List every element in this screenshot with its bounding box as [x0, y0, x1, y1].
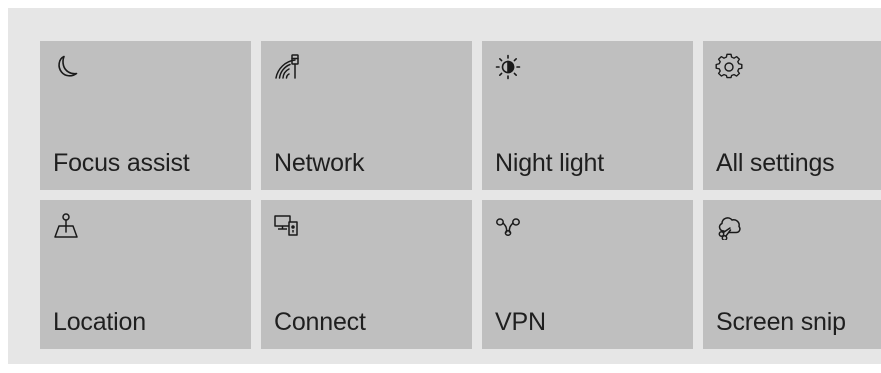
quick-action-label: Location [53, 308, 146, 336]
quick-actions-grid: Focus assist Network Night light All set… [40, 41, 881, 349]
quick-action-vpn[interactable]: VPN [482, 200, 693, 349]
location-icon [52, 212, 80, 240]
quick-action-focus-assist[interactable]: Focus assist [40, 41, 251, 190]
quick-action-night-light[interactable]: Night light [482, 41, 693, 190]
quick-action-all-settings[interactable]: All settings [703, 41, 881, 190]
moon-icon [52, 53, 80, 81]
screen-snip-icon [715, 212, 743, 240]
vpn-icon [494, 212, 522, 240]
quick-action-label: Connect [274, 308, 366, 336]
quick-action-connect[interactable]: Connect [261, 200, 472, 349]
network-icon [273, 53, 301, 81]
quick-action-screen-snip[interactable]: Screen snip [703, 200, 881, 349]
gear-icon [715, 53, 743, 81]
quick-action-location[interactable]: Location [40, 200, 251, 349]
action-center-panel: Focus assist Network Night light All set… [8, 8, 881, 364]
quick-action-network[interactable]: Network [261, 41, 472, 190]
quick-action-label: Night light [495, 149, 604, 177]
quick-action-label: VPN [495, 308, 546, 336]
quick-action-label: Focus assist [53, 149, 190, 177]
quick-action-label: All settings [716, 149, 835, 177]
quick-action-label: Screen snip [716, 308, 846, 336]
brightness-icon [494, 53, 522, 81]
connect-icon [273, 212, 301, 240]
quick-action-label: Network [274, 149, 365, 177]
